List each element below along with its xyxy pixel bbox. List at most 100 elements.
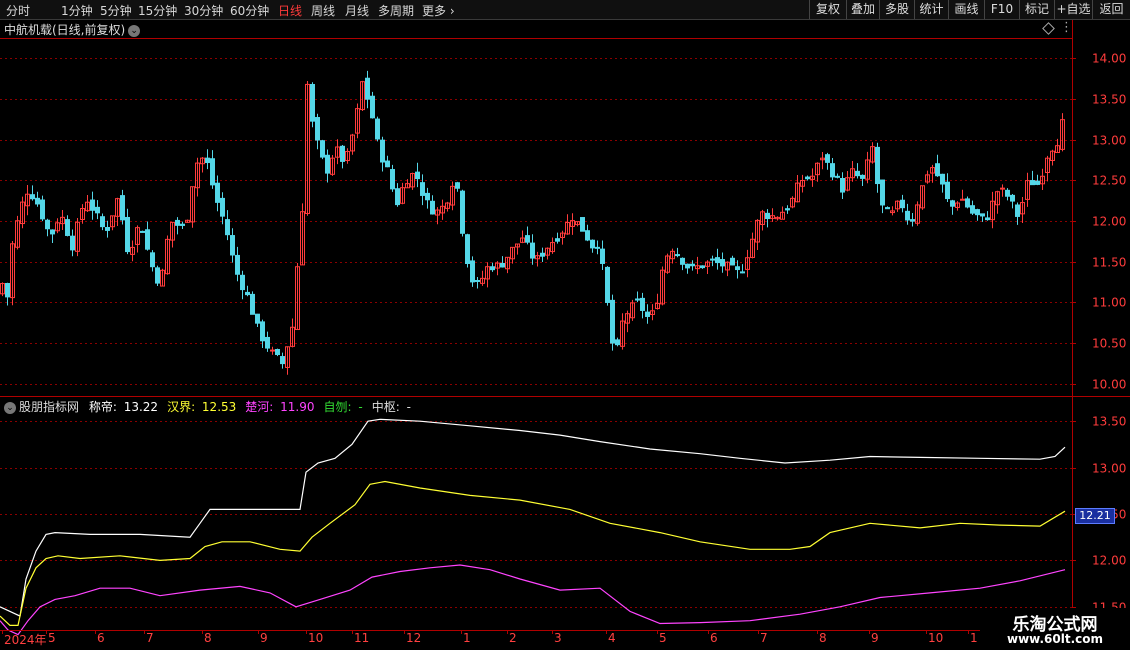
candle-body (730, 257, 735, 266)
x-tick-label: 4 (608, 631, 616, 645)
x-tick-label: 1 (970, 631, 978, 645)
candle-body (30, 194, 35, 200)
candle-body (65, 219, 70, 236)
candle-body (150, 252, 155, 268)
candle-body (945, 181, 950, 200)
candle-body (375, 118, 380, 140)
x-tick-label: 10 (928, 631, 944, 645)
main-chart-title[interactable]: 中航机载(日线,前复权) ⌄ (4, 21, 141, 38)
candle-body (245, 291, 250, 296)
candle-body (860, 174, 865, 179)
candle-body (320, 140, 325, 158)
candle-body (985, 217, 990, 221)
candle-body (90, 199, 95, 211)
x-tick-label: 7 (760, 631, 768, 645)
legend-item: 自刎: - (324, 400, 366, 414)
watermark: 乐淘公式网 www.60lt.com (980, 608, 1130, 650)
candle-body (270, 349, 275, 352)
x-tick-label: 2024年 (4, 633, 47, 647)
candle-body (120, 195, 125, 221)
candle-body (825, 154, 830, 163)
x-tick-label: 2 (509, 631, 517, 645)
x-tick-label: 3 (554, 631, 562, 645)
watermark-url: www.60lt.com (1006, 632, 1104, 646)
candle-body (240, 274, 245, 291)
candle-body (710, 258, 715, 261)
y-tick-label: 14.00 (1092, 52, 1126, 66)
candle-body (600, 248, 605, 264)
candle-body (490, 266, 495, 271)
indicator-line-汉界 (0, 480, 1066, 626)
stock-title-label: 中航机载(日线,前复权) (4, 23, 126, 37)
candle-body (905, 210, 910, 221)
candle-body (940, 173, 945, 185)
legend-value: 11.90 (276, 400, 315, 414)
candle-body (95, 206, 100, 214)
candle-body (260, 321, 265, 342)
legend-value: - (354, 400, 363, 414)
indicator-legend: ⌄ 股朋指标网 称帝: 13.22 汉界: 12.53 楚河: 11.90 自刎: -中… (4, 398, 420, 415)
candle-body (605, 266, 610, 303)
y-tick-label: 10.00 (1092, 378, 1126, 392)
candle-body (595, 246, 600, 249)
legend-label: 楚河: (245, 400, 274, 414)
candle-body (70, 235, 75, 251)
candle-body (975, 209, 980, 216)
candle-body (805, 176, 810, 180)
candle-body (235, 254, 240, 275)
candle-body (140, 230, 145, 233)
candle-body (935, 163, 940, 177)
legend-label: 汉界: (167, 400, 196, 414)
x-tick-label: 7 (146, 631, 154, 645)
candle-body (555, 238, 560, 242)
candle-body (585, 230, 590, 241)
candle-body (460, 190, 465, 234)
candle-body (215, 182, 220, 203)
candle-body (1000, 187, 1005, 190)
candle-body (205, 157, 210, 164)
candle-body (155, 267, 160, 284)
legend-item: 称帝: 13.22 (89, 400, 161, 414)
y-tick-label: 13.50 (1092, 93, 1126, 107)
candle-body (100, 216, 105, 228)
candle-body (765, 212, 770, 220)
x-tick-label: 12 (406, 631, 422, 645)
legend-value: 13.22 (119, 400, 159, 414)
candle-body (590, 239, 595, 249)
candle-body (365, 77, 370, 100)
candle-body (980, 213, 985, 217)
chart-canvas[interactable]: 14.00 13.50 13.00 12.50 12.00 11.50 11.00 10.50… (0, 0, 1130, 650)
candle-body (830, 163, 835, 178)
y-tick-label: 10.50 (1092, 337, 1126, 351)
candle-body (380, 139, 385, 163)
candle-body (310, 83, 315, 122)
candle-body (220, 197, 225, 217)
candle-body (950, 200, 955, 207)
candle-body (225, 219, 230, 236)
vertical-dots-icon[interactable]: ⋮ (1060, 20, 1073, 35)
candle-body (40, 199, 45, 220)
candle-body (785, 208, 790, 211)
candle-body (50, 229, 55, 235)
candle-body (970, 205, 975, 214)
candle-body (1035, 180, 1040, 185)
candle-body (125, 216, 130, 253)
indicator-name[interactable]: 股朋指标网 (19, 400, 79, 414)
candle-body (475, 279, 480, 282)
candle-body (735, 266, 740, 271)
candle-body (315, 117, 320, 141)
candle-body (210, 158, 215, 186)
candle-body (230, 235, 235, 256)
candle-body (635, 298, 640, 301)
chevron-down-icon[interactable]: ⌄ (4, 401, 16, 414)
x-tick-label: 5 (659, 631, 667, 645)
candle-body (105, 227, 110, 231)
legend-label: 中枢: (371, 400, 400, 414)
candle-body (960, 198, 965, 201)
x-tick-label: 9 (260, 631, 268, 645)
chevron-down-icon[interactable]: ⌄ (128, 24, 141, 37)
current-price-tag: 12.21 (1075, 508, 1115, 524)
y-tick-label: 12.50 (1092, 174, 1126, 188)
candle-body (175, 219, 180, 226)
candle-body (455, 182, 460, 189)
